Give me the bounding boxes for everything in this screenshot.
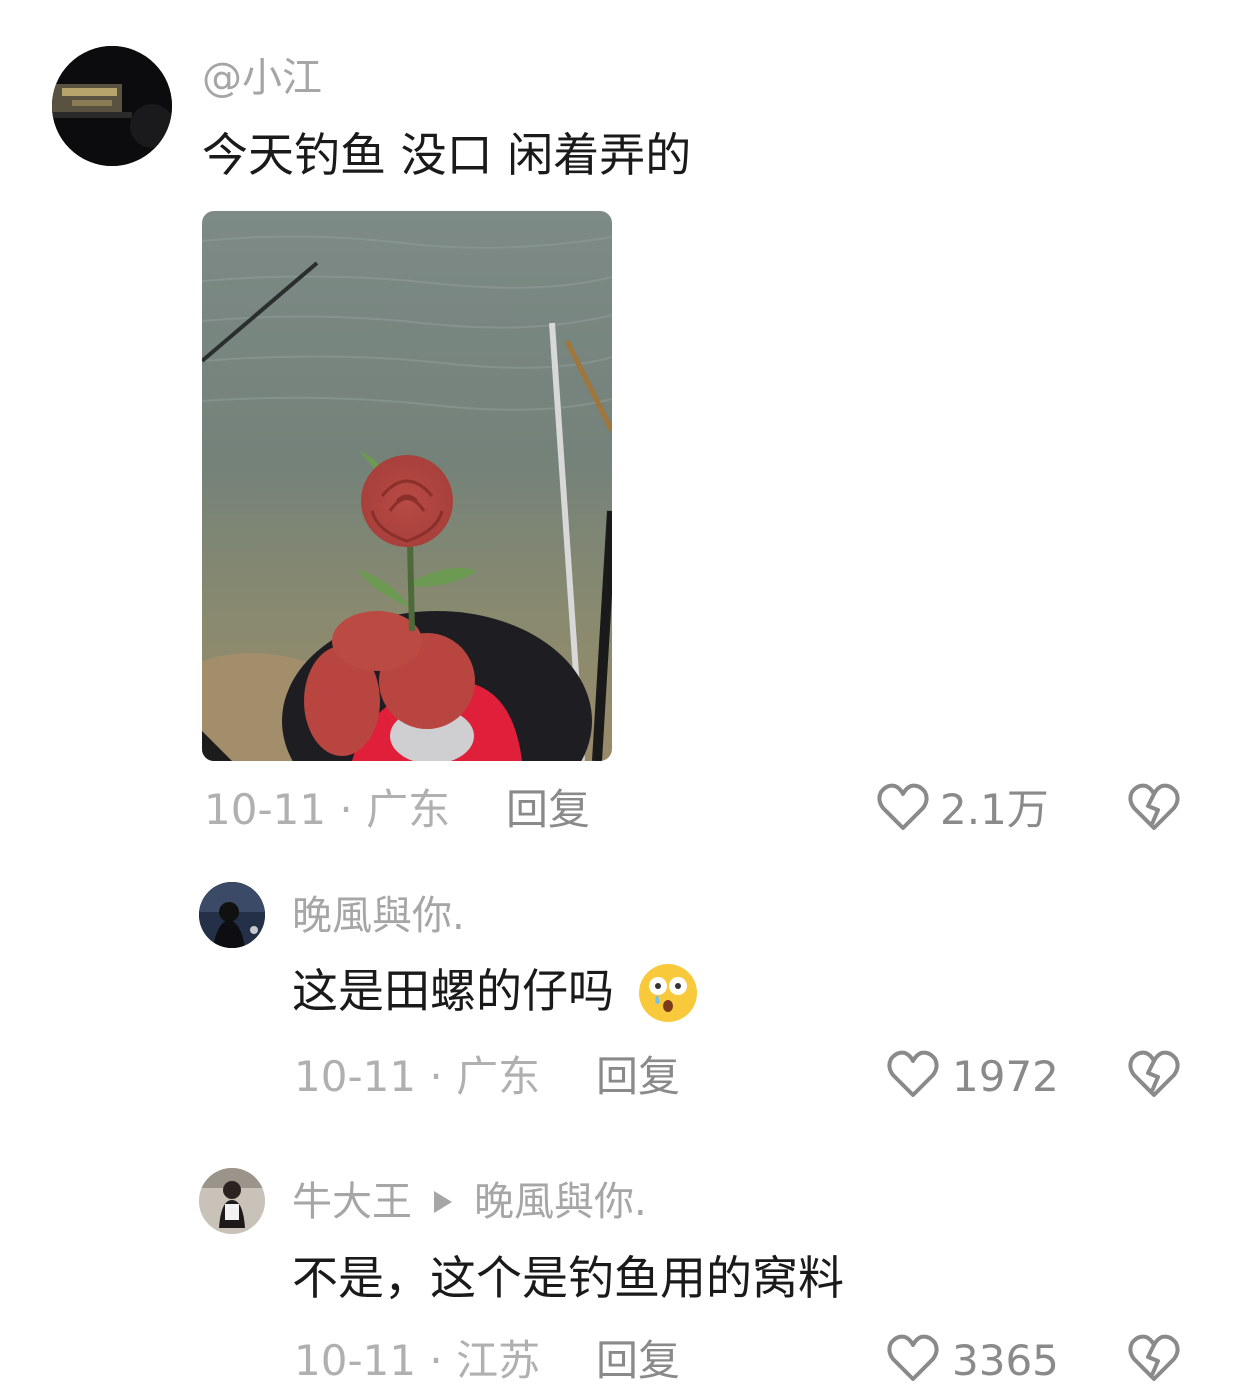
reply-header: 牛大王 晚風與你.	[292, 1182, 647, 1222]
avatar[interactable]	[199, 882, 265, 948]
heart-outline-icon[interactable]	[877, 782, 929, 832]
comment-location: 广东	[366, 785, 451, 834]
comment-text: 今天钓鱼 没口 闲着弄的	[202, 128, 692, 182]
reply-to-username[interactable]: 晚風與你.	[474, 1179, 647, 1225]
emoji-icon	[636, 962, 700, 1028]
comment-username[interactable]: 牛大王	[292, 1179, 412, 1225]
avatar[interactable]	[52, 46, 172, 166]
comment-photo[interactable]	[202, 211, 612, 761]
comment-username[interactable]: @小江	[202, 58, 322, 98]
comment-text: 这是田螺的仔吗	[292, 964, 614, 1018]
reply-button[interactable]: 回复	[596, 1340, 680, 1382]
comment-date: 10-11	[204, 785, 327, 834]
meta-separator: ·	[416, 1052, 457, 1101]
like-count: 1972	[952, 1052, 1059, 1101]
broken-heart-icon[interactable]	[1128, 1049, 1180, 1099]
comment-location: 广东	[456, 1052, 541, 1101]
heart-outline-icon[interactable]	[887, 1333, 939, 1383]
like-count: 2.1万	[940, 785, 1049, 834]
broken-heart-icon[interactable]	[1128, 1333, 1180, 1383]
meta-separator: ·	[416, 1336, 457, 1385]
meta-separator: ·	[326, 785, 367, 834]
heart-outline-icon[interactable]	[887, 1049, 939, 1099]
comment-date: 10-11	[294, 1336, 417, 1385]
avatar[interactable]	[199, 1168, 265, 1234]
like-count: 3365	[952, 1336, 1059, 1385]
triangle-right-icon	[434, 1191, 452, 1213]
comment-date: 10-11	[294, 1052, 417, 1101]
comment-location: 江苏	[456, 1336, 541, 1385]
comment-text: 不是，这个是钓鱼用的窝料	[292, 1251, 844, 1305]
broken-heart-icon[interactable]	[1128, 782, 1180, 832]
comment-username[interactable]: 晚風與你.	[292, 896, 465, 936]
comment-meta: 10-11 · 广东	[204, 789, 450, 831]
reply-button[interactable]: 回复	[596, 1056, 680, 1098]
comment-meta: 10-11 · 江苏	[294, 1340, 540, 1382]
comment-meta: 10-11 · 广东	[294, 1056, 540, 1098]
comment-text-row: 这是田螺的仔吗	[292, 968, 614, 1014]
reply-button[interactable]: 回复	[506, 789, 590, 831]
